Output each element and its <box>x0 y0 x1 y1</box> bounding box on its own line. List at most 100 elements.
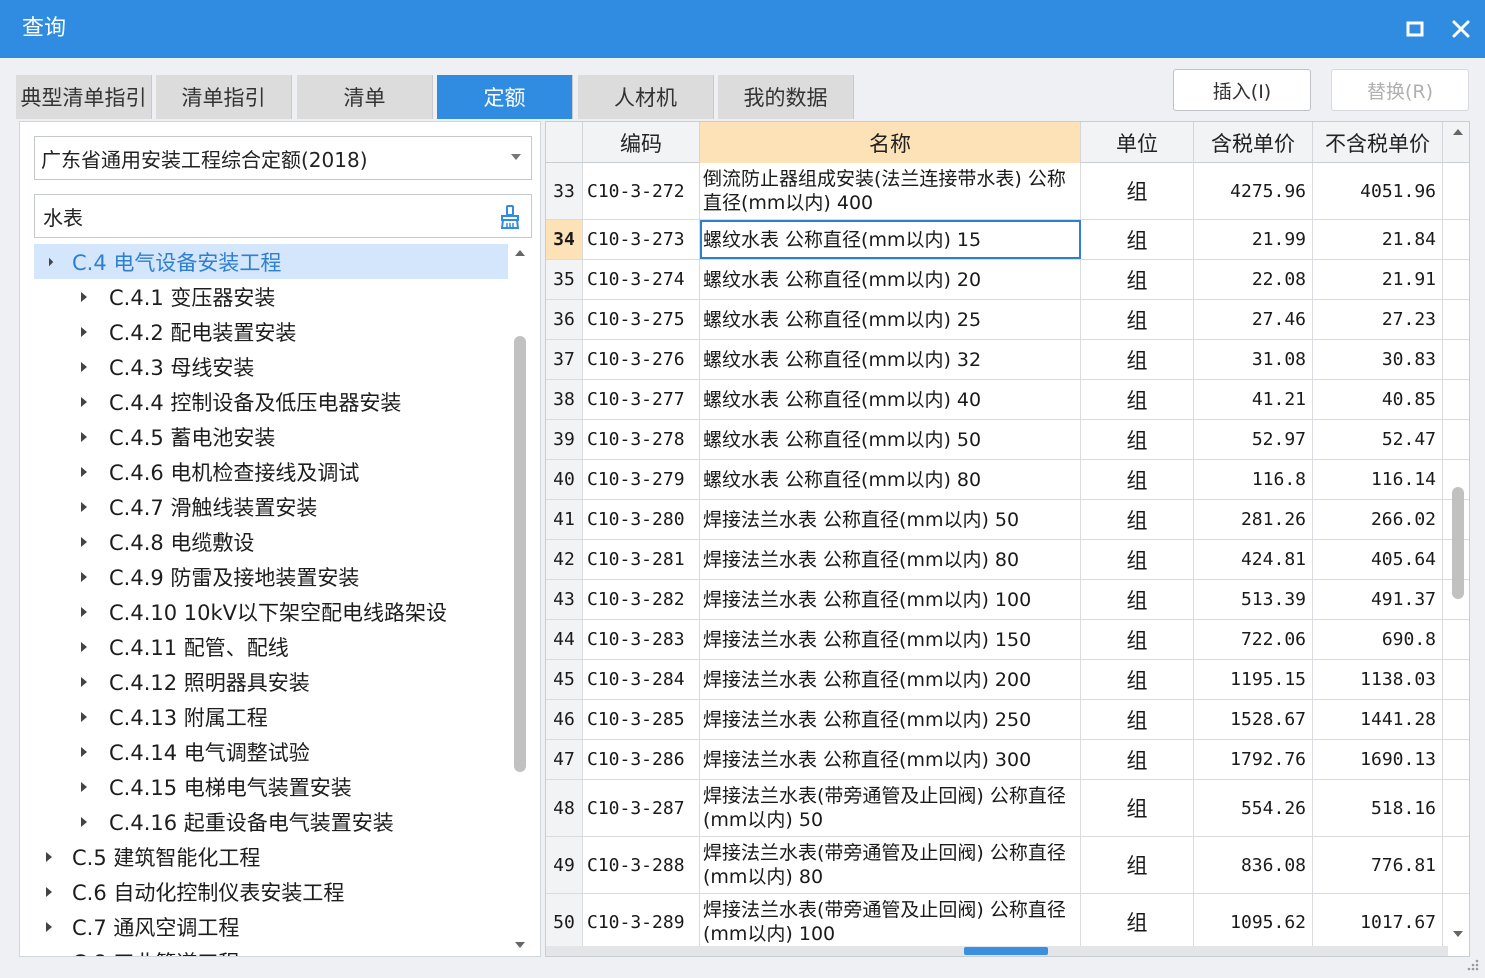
cell-num[interactable]: 43 <box>546 580 583 619</box>
cell-price-tax[interactable]: 1095.62 <box>1194 894 1313 948</box>
cell-price-tax[interactable]: 722.06 <box>1194 620 1313 659</box>
collapsed-arrow-icon[interactable] <box>81 641 95 652</box>
header-price-tax[interactable]: 含税单价 <box>1194 122 1313 163</box>
cell-name[interactable]: 焊接法兰水表 公称直径(mm以内) 100 <box>700 580 1081 619</box>
collapsed-arrow-icon[interactable] <box>81 536 95 547</box>
tree-node[interactable]: C.5 建筑智能化工程 <box>34 839 508 874</box>
header-unit[interactable]: 单位 <box>1081 122 1194 163</box>
tree-node[interactable]: C.4.16 起重设备电气装置安装 <box>34 804 508 839</box>
cell-code[interactable]: C10-3-278 <box>583 420 700 459</box>
table-row[interactable]: 38 C10-3-277 螺纹水表 公称直径(mm以内) 40 组 41.21 40.85 <box>546 380 1469 420</box>
cell-name[interactable]: 焊接法兰水表(带旁通管及止回阀) 公称直径(mm以内) 100 <box>700 894 1081 948</box>
table-row[interactable]: 36 C10-3-275 螺纹水表 公称直径(mm以内) 25 组 27.46 27.23 <box>546 300 1469 340</box>
cell-unit[interactable]: 组 <box>1081 700 1194 739</box>
tab-3[interactable]: 定额 <box>437 75 573 119</box>
cell-num[interactable]: 50 <box>546 894 583 948</box>
cell-price-tax[interactable]: 21.99 <box>1194 220 1313 259</box>
cell-num[interactable]: 47 <box>546 740 583 779</box>
cell-price-notax[interactable]: 1690.13 <box>1313 740 1443 779</box>
cell-code[interactable]: C10-3-279 <box>583 460 700 499</box>
cell-price-notax[interactable]: 518.16 <box>1313 780 1443 836</box>
cell-num[interactable]: 44 <box>546 620 583 659</box>
cell-price-tax[interactable]: 31.08 <box>1194 340 1313 379</box>
cell-price-tax[interactable]: 116.8 <box>1194 460 1313 499</box>
collapsed-arrow-icon[interactable] <box>81 816 95 827</box>
search-input[interactable] <box>41 203 481 229</box>
cell-name[interactable]: 焊接法兰水表 公称直径(mm以内) 80 <box>700 540 1081 579</box>
cell-price-tax[interactable]: 513.39 <box>1194 580 1313 619</box>
cell-price-notax[interactable]: 30.83 <box>1313 340 1443 379</box>
cell-name[interactable]: 焊接法兰水表 公称直径(mm以内) 300 <box>700 740 1081 779</box>
cell-code[interactable]: C10-3-275 <box>583 300 700 339</box>
collapsed-arrow-icon[interactable] <box>81 676 95 687</box>
table-row[interactable]: 41 C10-3-280 焊接法兰水表 公称直径(mm以内) 50 组 281.26 26… <box>546 500 1469 540</box>
cell-name[interactable]: 螺纹水表 公称直径(mm以内) 80 <box>700 460 1081 499</box>
cell-code[interactable]: C10-3-281 <box>583 540 700 579</box>
tree-node[interactable]: C.4.3 母线安装 <box>34 349 508 384</box>
cell-price-tax[interactable]: 27.46 <box>1194 300 1313 339</box>
tab-4[interactable]: 人材机 <box>578 75 714 119</box>
cell-price-tax[interactable]: 1792.76 <box>1194 740 1313 779</box>
table-row[interactable]: 42 C10-3-281 焊接法兰水表 公称直径(mm以内) 80 组 424.81 40… <box>546 540 1469 580</box>
cell-name[interactable]: 焊接法兰水表(带旁通管及止回阀) 公称直径(mm以内) 50 <box>700 780 1081 836</box>
tree-node[interactable]: C.4.15 电梯电气装置安装 <box>34 769 508 804</box>
collapsed-arrow-icon[interactable] <box>46 886 60 897</box>
cell-price-notax[interactable]: 491.37 <box>1313 580 1443 619</box>
cell-name[interactable]: 焊接法兰水表 公称直径(mm以内) 50 <box>700 500 1081 539</box>
cell-code[interactable]: C10-3-276 <box>583 340 700 379</box>
cell-price-notax[interactable]: 21.91 <box>1313 260 1443 299</box>
cell-code[interactable]: C10-3-274 <box>583 260 700 299</box>
replace-button[interactable]: 替换(R) <box>1331 69 1469 111</box>
cell-num[interactable]: 33 <box>546 163 583 219</box>
collapsed-arrow-icon[interactable] <box>81 466 95 477</box>
cell-num[interactable]: 42 <box>546 540 583 579</box>
table-row[interactable]: 40 C10-3-279 螺纹水表 公称直径(mm以内) 80 组 116.8 116.1… <box>546 460 1469 500</box>
cell-unit[interactable]: 组 <box>1081 500 1194 539</box>
cell-name[interactable]: 螺纹水表 公称直径(mm以内) 32 <box>700 340 1081 379</box>
cell-price-notax[interactable]: 40.85 <box>1313 380 1443 419</box>
tree-node[interactable]: C.4.1 变压器安装 <box>34 279 508 314</box>
scroll-up-icon[interactable] <box>1453 129 1463 135</box>
cell-price-tax[interactable]: 22.08 <box>1194 260 1313 299</box>
table-row[interactable]: 46 C10-3-285 焊接法兰水表 公称直径(mm以内) 250 组 1528.67… <box>546 700 1469 740</box>
tree-node[interactable]: C.4.10 10kV以下架空配电线路架设 <box>34 594 508 629</box>
table-row[interactable]: 35 C10-3-274 螺纹水表 公称直径(mm以内) 20 组 22.08 21.91 <box>546 260 1469 300</box>
cell-unit[interactable]: 组 <box>1081 620 1194 659</box>
cell-name[interactable]: 倒流防止器组成安装(法兰连接带水表) 公称直径(mm以内) 400 <box>700 163 1081 219</box>
table-row[interactable]: 39 C10-3-278 螺纹水表 公称直径(mm以内) 50 组 52.97 52.47 <box>546 420 1469 460</box>
cell-code[interactable]: C10-3-287 <box>583 780 700 836</box>
cell-name[interactable]: 焊接法兰水表 公称直径(mm以内) 250 <box>700 700 1081 739</box>
cell-unit[interactable]: 组 <box>1081 660 1194 699</box>
cell-code[interactable]: C10-3-288 <box>583 837 700 893</box>
cell-unit[interactable]: 组 <box>1081 300 1194 339</box>
cell-price-notax[interactable]: 776.81 <box>1313 837 1443 893</box>
tree-node[interactable]: C.4.14 电气调整试验 <box>34 734 508 769</box>
cell-unit[interactable]: 组 <box>1081 740 1194 779</box>
cell-price-notax[interactable]: 266.02 <box>1313 500 1443 539</box>
cell-price-tax[interactable]: 1528.67 <box>1194 700 1313 739</box>
cell-price-tax[interactable]: 4275.96 <box>1194 163 1313 219</box>
cell-code[interactable]: C10-3-286 <box>583 740 700 779</box>
tree-scrollbar[interactable] <box>510 244 530 956</box>
cell-code[interactable]: C10-3-282 <box>583 580 700 619</box>
tree-node[interactable]: C.6 自动化控制仪表安装工程 <box>34 874 508 909</box>
expanded-arrow-icon[interactable] <box>44 257 60 266</box>
cell-unit[interactable]: 组 <box>1081 420 1194 459</box>
cell-code[interactable]: C10-3-283 <box>583 620 700 659</box>
cell-num[interactable]: 40 <box>546 460 583 499</box>
cell-price-tax[interactable]: 554.26 <box>1194 780 1313 836</box>
cell-price-notax[interactable]: 4051.96 <box>1313 163 1443 219</box>
cell-price-tax[interactable]: 281.26 <box>1194 500 1313 539</box>
table-row[interactable]: 33 C10-3-272 倒流防止器组成安装(法兰连接带水表) 公称直径(mm以内)… <box>546 163 1469 220</box>
grid-horizontal-scrollbar[interactable] <box>546 946 1448 956</box>
collapsed-arrow-icon[interactable] <box>81 781 95 792</box>
cell-name[interactable]: 螺纹水表 公称直径(mm以内) 40 <box>700 380 1081 419</box>
cell-price-notax[interactable]: 1017.67 <box>1313 894 1443 948</box>
cell-name[interactable]: 焊接法兰水表(带旁通管及止回阀) 公称直径(mm以内) 80 <box>700 837 1081 893</box>
cell-price-tax[interactable]: 424.81 <box>1194 540 1313 579</box>
cell-price-notax[interactable]: 52.47 <box>1313 420 1443 459</box>
tab-2[interactable]: 清单 <box>297 75 433 119</box>
cell-num[interactable]: 48 <box>546 780 583 836</box>
cell-code[interactable]: C10-3-272 <box>583 163 700 219</box>
cell-unit[interactable]: 组 <box>1081 580 1194 619</box>
